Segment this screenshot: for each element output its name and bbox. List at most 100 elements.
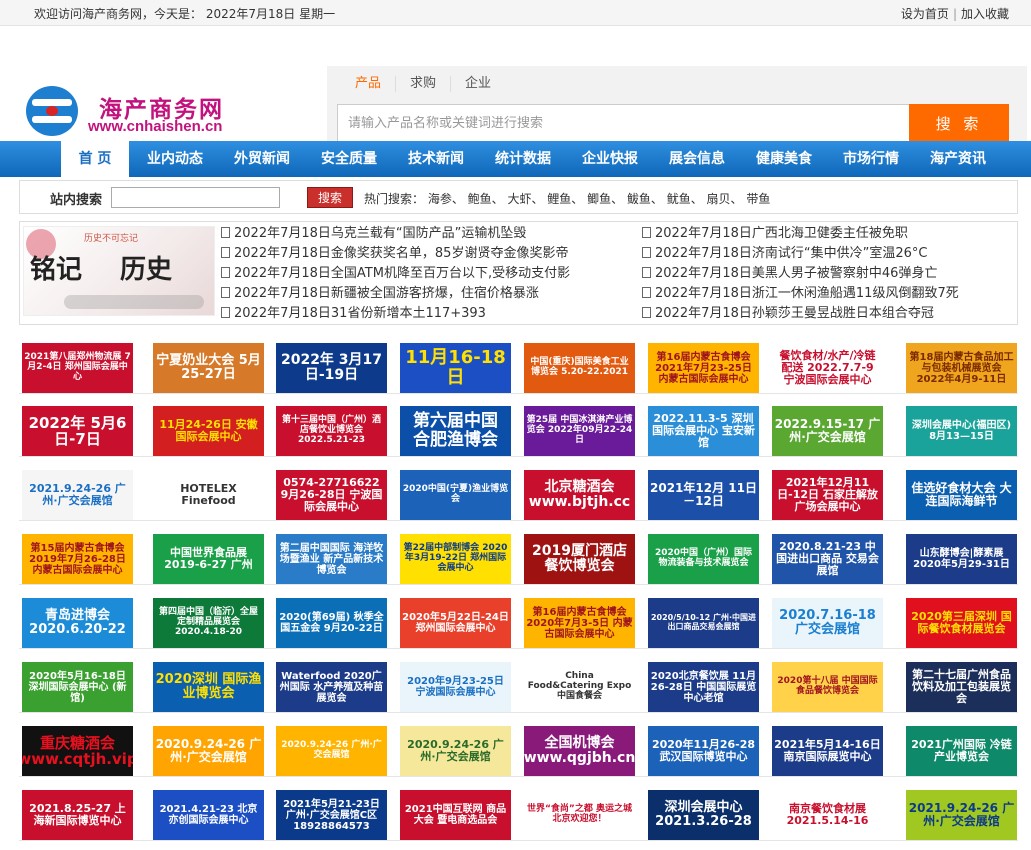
exhibition-ad-banner[interactable]: 佳选好食材大会 大连国际海鲜节 xyxy=(906,470,1017,520)
exhibition-ad-banner[interactable]: 重庆糖酒会 www.cqtjh.vip xyxy=(22,726,133,776)
exhibition-ad-banner[interactable]: 第二届中国国际 海洋牧场暨渔业 新产品新技术博览会 xyxy=(276,534,387,584)
exhibition-ad-banner[interactable]: 2020中国(宁夏)渔业博览会 xyxy=(400,470,511,520)
exhibition-ad-banner[interactable]: 第16届内蒙古食博会 2021年7月23-25日 内蒙古国际会展中心 xyxy=(648,343,759,393)
news-title[interactable]: 2022年7月18日孙颖莎王曼昱战胜日本组合夺冠 xyxy=(655,306,934,321)
hot-search-keywords[interactable]: 热门搜索： 海参、 鲍鱼、 大虾、 鲤鱼、 鲫鱼、 鲅鱼、 鱿鱼、 扇贝、 带鱼 xyxy=(364,190,770,207)
exhibition-ad-banner[interactable]: 2021年12月 11日－12日 xyxy=(648,470,759,520)
news-item[interactable]: 2022年7月18日乌克兰载有“国防产品”运输机坠毁 xyxy=(221,224,570,244)
exhibition-ad-banner[interactable]: 2020.9.24-26 广州·广交会展馆 xyxy=(276,726,387,776)
news-item[interactable]: 2022年7月18日浙江一休闲渔船遇11级风倒翻致7死 xyxy=(642,284,959,304)
exhibition-ad-banner[interactable]: 第六届中国 合肥渔博会 xyxy=(400,406,511,456)
nav-company-news[interactable]: 企业快报 xyxy=(582,141,638,177)
nav-trade-news[interactable]: 外贸新闻 xyxy=(234,141,290,177)
exhibition-ad-banner[interactable]: 2021年5月14-16日 南京国际展览中心 xyxy=(772,726,883,776)
exhibition-ad-banner[interactable]: 2021第八届郑州物流展 7月2-4日 郑州国际会展中心 xyxy=(22,343,133,393)
logo-icon[interactable] xyxy=(26,86,78,136)
exhibition-ad-banner[interactable]: 2021年12月11日-12日 石家庄解放广场会展中心 xyxy=(772,470,883,520)
exhibition-ad-banner[interactable]: Waterfood 2020广州国际 水产养殖及种苗展览会 xyxy=(276,662,387,712)
set-home-link[interactable]: 设为首页 xyxy=(901,7,949,21)
nav-seafood-info[interactable]: 海产资讯 xyxy=(930,141,986,177)
exhibition-ad-banner[interactable]: 2020(第69届) 秋季全国五金会 9月20-22日 xyxy=(276,598,387,648)
exhibition-ad-banner[interactable]: 世界“食尚”之都 奥运之城 北京欢迎您！ xyxy=(524,790,635,840)
exhibition-ad-banner[interactable]: 2020年5月22日-24日 郑州国际会展中心 xyxy=(400,598,511,648)
exhibition-ad-banner[interactable]: 2020中国（广州）国际 物流装备与技术展览会 xyxy=(648,534,759,584)
exhibition-ad-banner[interactable]: 2021.9.24-26 广州·广交会展馆 xyxy=(906,790,1017,840)
nav-market[interactable]: 市场行情 xyxy=(843,141,899,177)
exhibition-ad-banner[interactable]: 2022.9.15-17 广州·广交会展馆 xyxy=(772,406,883,456)
add-favorite-link[interactable]: 加入收藏 xyxy=(961,7,1009,21)
news-title[interactable]: 2022年7月18日广西北海卫健委主任被免职 xyxy=(655,226,908,241)
exhibition-ad-banner[interactable]: 中国世界食品展 2019-6-27 广州 xyxy=(153,534,264,584)
news-item[interactable]: 2022年7月18日全国ATM机降至百万台以下,受移动支付影 xyxy=(221,264,570,284)
news-title[interactable]: 2022年7月18日乌克兰载有“国防产品”运输机坠毁 xyxy=(234,226,526,241)
nav-health-food[interactable]: 健康美食 xyxy=(756,141,812,177)
news-item[interactable]: 2022年7月18日广西北海卫健委主任被免职 xyxy=(642,224,959,244)
exhibition-ad-banner[interactable]: 宁夏奶业大会 5月25-27日 xyxy=(153,343,264,393)
nav-exhibitions[interactable]: 展会信息 xyxy=(669,141,725,177)
exhibition-ad-banner[interactable]: 2020.9.24-26 广州·广交会展馆 xyxy=(153,726,264,776)
exhibition-ad-banner[interactable]: 山东酵博会|酵素展 2020年5月29-31日 xyxy=(906,534,1017,584)
search-button[interactable]: 搜 索 xyxy=(909,104,1009,144)
news-item[interactable]: 2022年7月18日金像奖获奖名单，85岁谢贤夺金像奖影帝 xyxy=(221,244,570,264)
exhibition-ad-banner[interactable]: 第25届 中国冰淇淋产业博览会 2022年09月22-24日 xyxy=(524,406,635,456)
exhibition-ad-banner[interactable]: 2021中国互联网 商品大会 暨电商选品会 xyxy=(400,790,511,840)
exhibition-ad-banner[interactable]: 2019厦门酒店 餐饮博览会 xyxy=(524,534,635,584)
exhibition-ad-banner[interactable]: 2021年5月21-23日 广州·广交会展馆C区 18928864573 xyxy=(276,790,387,840)
news-title[interactable]: 2022年7月18日新疆被全国游客挤爆，住宿价格暴涨 xyxy=(234,286,539,301)
search-tab-buy[interactable]: 求购 xyxy=(396,76,452,92)
news-title[interactable]: 2022年7月18日31省份新增本土117+393 xyxy=(234,306,486,321)
exhibition-ad-banner[interactable]: 深圳会展中心(福田区) 8月13—15日 xyxy=(906,406,1017,456)
exhibition-ad-banner[interactable]: 2020.7.16-18 广交会展馆 xyxy=(772,598,883,648)
news-feature-image[interactable]: 历史不可忘记 铭记 历史 xyxy=(23,226,215,316)
exhibition-ad-banner[interactable]: 2021.9.24-26 广州·广交会展馆 xyxy=(22,470,133,520)
exhibition-ad-banner[interactable]: 2020第三届深圳 国际餐饮食材展览会 xyxy=(906,598,1017,648)
exhibition-ad-banner[interactable]: 第二十七届广州食品 饮料及加工包装展览会 xyxy=(906,662,1017,712)
news-item[interactable]: 2022年7月18日美黑人男子被警察射中46弹身亡 xyxy=(642,264,959,284)
exhibition-ad-banner[interactable]: 2021广州国际 冷链产业博览会 xyxy=(906,726,1017,776)
exhibition-ad-banner[interactable]: 第15届内蒙古食博会 2019年7月26-28日 内蒙古国际会展中心 xyxy=(22,534,133,584)
exhibition-ad-banner[interactable]: 2020北京餐饮展 11月26-28日 中国国际展览中心老馆 xyxy=(648,662,759,712)
exhibition-ad-banner[interactable]: 第18届内蒙古食品加工与包装机械展览会 2022年4月9-11日 xyxy=(906,343,1017,393)
exhibition-ad-banner[interactable]: 第16届内蒙古食博会 2020年7月3-5日 内蒙古国际会展中心 xyxy=(524,598,635,648)
exhibition-ad-banner[interactable]: 2022年 5月6日-7日 xyxy=(22,406,133,456)
exhibition-ad-banner[interactable]: 2020年9月23-25日 宁波国际会展中心 xyxy=(400,662,511,712)
nav-safety-quality[interactable]: 安全质量 xyxy=(321,141,377,177)
exhibition-ad-banner[interactable]: 2022年 3月17日-19日 xyxy=(276,343,387,393)
search-tab-product[interactable]: 产品 xyxy=(341,76,397,92)
exhibition-ad-banner[interactable]: 2021.8.25-27 上海新国际博览中心 xyxy=(22,790,133,840)
exhibition-ad-banner[interactable]: 2020深圳 国际渔业博览会 xyxy=(153,662,264,712)
news-title[interactable]: 2022年7月18日济南试行“集中供冷”室温26°C xyxy=(655,246,928,261)
nav-statistics[interactable]: 统计数据 xyxy=(495,141,551,177)
nav-industry-news[interactable]: 业内动态 xyxy=(147,141,203,177)
exhibition-ad-banner[interactable]: 2020年5月16-18日 深圳国际会展中心 (新馆) xyxy=(22,662,133,712)
exhibition-ad-banner[interactable]: 全国机博会 www.qgjbh.cn xyxy=(524,726,635,776)
exhibition-ad-banner[interactable]: China Food&Catering Expo 中国食餐会 xyxy=(524,662,635,712)
exhibition-ad-banner[interactable]: 深圳会展中心 2021.3.26-28 xyxy=(648,790,759,840)
exhibition-ad-banner[interactable]: 2020年11月26-28 武汉国际博览中心 xyxy=(648,726,759,776)
news-item[interactable]: 2022年7月18日新疆被全国游客挤爆，住宿价格暴涨 xyxy=(221,284,570,304)
news-title[interactable]: 2022年7月18日浙江一休闲渔船遇11级风倒翻致7死 xyxy=(655,286,959,301)
exhibition-ad-banner[interactable]: 第22届中部制博会 2020年3月19-22日 郑州国际会展中心 xyxy=(400,534,511,584)
exhibition-ad-banner[interactable]: 2020/5/10-12 广州·中国进出口商品交易会展馆 xyxy=(648,598,759,648)
exhibition-ad-banner[interactable]: 南京餐饮食材展 2021.5.14-16 xyxy=(772,790,883,840)
exhibition-ad-banner[interactable]: 11月16-18日 xyxy=(400,343,511,393)
exhibition-ad-banner[interactable]: HOTELEX Finefood xyxy=(153,470,264,520)
exhibition-ad-banner[interactable]: 0574-27716622 9月26-28日 宁波国际会展中心 xyxy=(276,470,387,520)
search-input[interactable]: 请输入产品名称或关键词进行搜索 xyxy=(337,104,911,144)
news-item[interactable]: 2022年7月18日孙颖莎王曼昱战胜日本组合夺冠 xyxy=(642,304,959,324)
exhibition-ad-banner[interactable]: 11月24-26日 安徽国际会展中心 xyxy=(153,406,264,456)
exhibition-ad-banner[interactable]: 2020第十八届 中国国际食品餐饮博览会 xyxy=(772,662,883,712)
exhibition-ad-banner[interactable]: 青岛进博会 2020.6.20-22 xyxy=(22,598,133,648)
exhibition-ad-banner[interactable]: 第四届中国（临沂）全屋定制精品展览会 2020.4.18-20 xyxy=(153,598,264,648)
exhibition-ad-banner[interactable]: 2020.8.21-23 中国进出口商品 交易会展馆 xyxy=(772,534,883,584)
search-tab-company[interactable]: 企业 xyxy=(451,76,505,92)
exhibition-ad-banner[interactable]: 第十三届中国（广州）酒店餐饮业博览会 2022.5.21-23 xyxy=(276,406,387,456)
nav-tech-news[interactable]: 技术新闻 xyxy=(408,141,464,177)
news-title[interactable]: 2022年7月18日美黑人男子被警察射中46弹身亡 xyxy=(655,266,937,281)
exhibition-ad-banner[interactable]: 2021.4.21-23 北京亦创国际会展中心 xyxy=(153,790,264,840)
exhibition-ad-banner[interactable]: 2020.9.24-26 广州·广交会展馆 xyxy=(400,726,511,776)
exhibition-ad-banner[interactable]: 中国(重庆)国际美食工业博览会 5.20-22.2021 xyxy=(524,343,635,393)
news-item[interactable]: 2022年7月18日31省份新增本土117+393 xyxy=(221,304,570,324)
nav-home[interactable]: 首 页 xyxy=(61,141,129,177)
exhibition-ad-banner[interactable]: 北京糖酒会 www.bjtjh.cc xyxy=(524,470,635,520)
